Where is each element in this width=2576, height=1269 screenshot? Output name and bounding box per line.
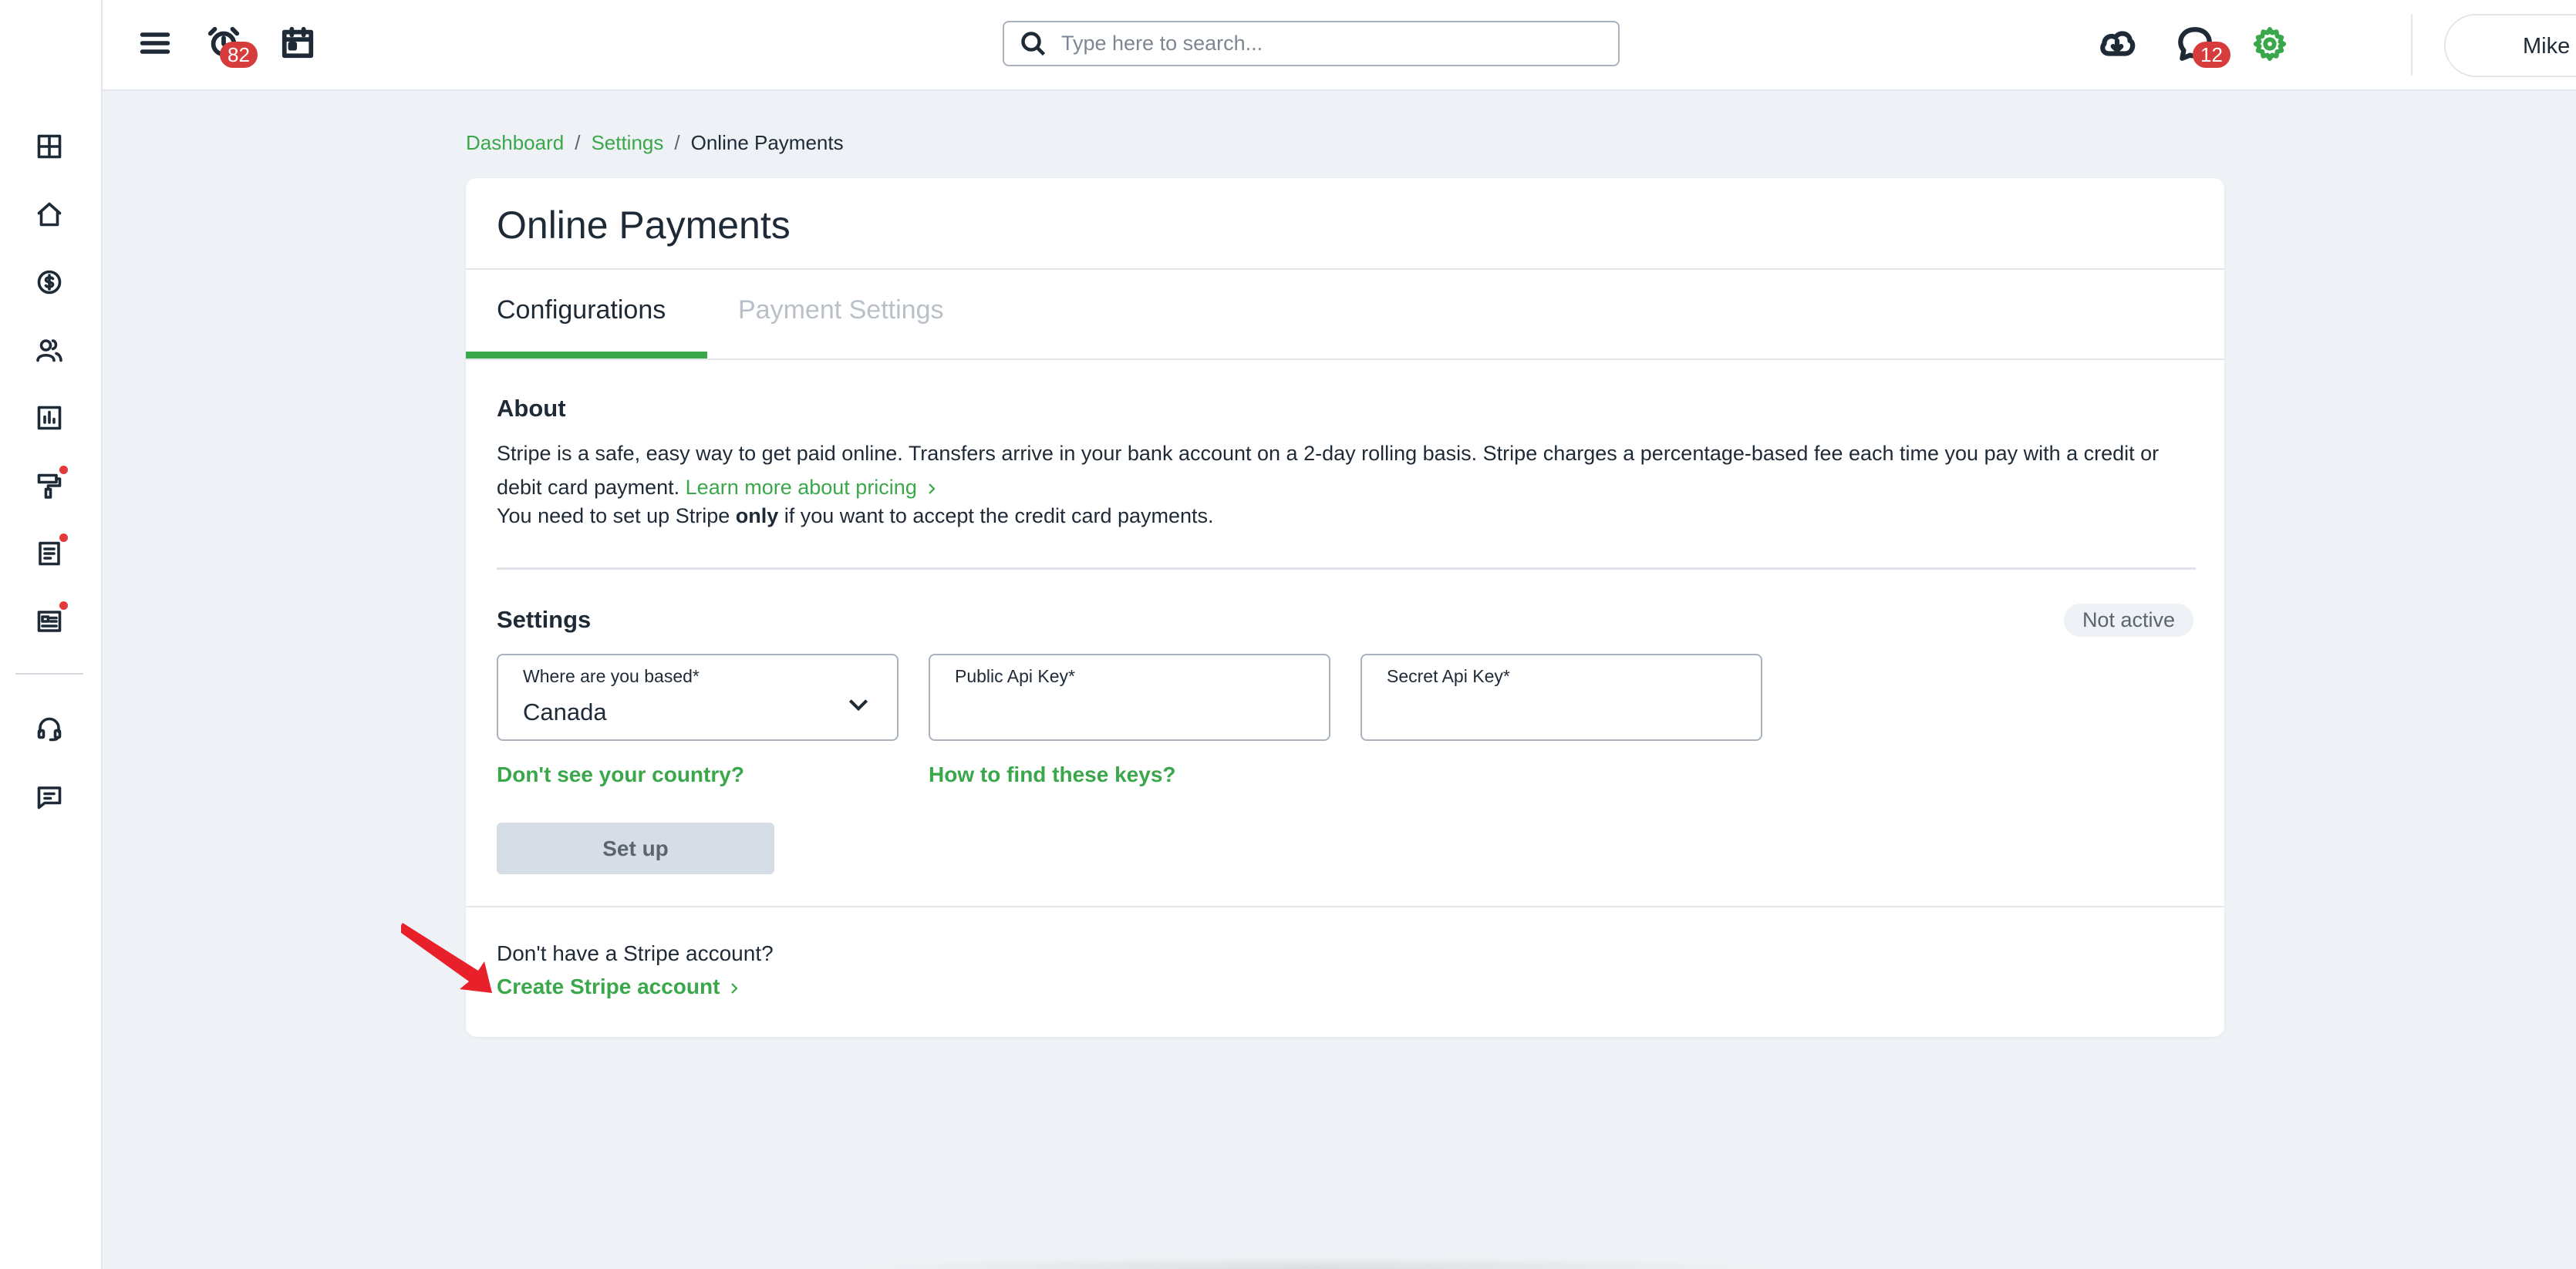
public-api-key-label: Public Api Key* bbox=[955, 666, 1075, 686]
cloud-download-icon[interactable] bbox=[2096, 23, 2138, 65]
country-help-link[interactable]: Don't see your country? bbox=[497, 762, 744, 787]
online-payments-card: Online Payments Configurations Payment S… bbox=[466, 178, 2224, 1037]
settings-gear-icon[interactable] bbox=[2251, 25, 2289, 63]
chevron-right-icon bbox=[727, 974, 741, 999]
country-value: Canada bbox=[523, 698, 607, 725]
search-input[interactable] bbox=[1061, 32, 1586, 56]
search-box[interactable] bbox=[1003, 21, 1620, 66]
about-note-bold: only bbox=[735, 504, 779, 527]
footer-divider bbox=[466, 906, 2224, 907]
tab-configurations[interactable]: Configurations bbox=[497, 295, 666, 325]
notification-dot bbox=[59, 466, 68, 474]
public-api-key-field[interactable]: Public Api Key* bbox=[929, 654, 1330, 741]
breadcrumb-separator: / bbox=[674, 131, 680, 154]
breadcrumb-current: Online Payments bbox=[690, 131, 844, 154]
secret-api-key-label: Secret Api Key* bbox=[1387, 666, 1510, 686]
breadcrumb-dashboard[interactable]: Dashboard bbox=[466, 131, 564, 155]
title-divider bbox=[466, 268, 2224, 270]
pricing-link[interactable]: Learn more about pricing bbox=[686, 476, 939, 499]
paint-roller-icon[interactable] bbox=[34, 466, 68, 501]
invoice-icon[interactable] bbox=[34, 601, 68, 637]
annotation-arrow-icon bbox=[401, 923, 492, 993]
about-description: Stripe is a safe, easy way to get paid o… bbox=[497, 436, 2201, 504]
create-stripe-account-link[interactable]: Create Stripe account bbox=[497, 974, 741, 999]
sidebar-divider bbox=[15, 673, 83, 675]
section-divider bbox=[497, 567, 2196, 570]
document-icon[interactable] bbox=[34, 534, 68, 569]
settings-heading: Settings bbox=[497, 606, 592, 633]
no-account-text: Don't have a Stripe account? bbox=[497, 941, 774, 965]
alarm-clock-icon[interactable]: 82 bbox=[204, 23, 258, 68]
user-name: Mike bbox=[2523, 34, 2571, 59]
keys-help-link[interactable]: How to find these keys? bbox=[929, 762, 1176, 787]
alarm-badge: 82 bbox=[220, 42, 258, 68]
about-note-before: You need to set up Stripe bbox=[497, 504, 736, 527]
hamburger-menu-icon[interactable] bbox=[137, 25, 174, 62]
breadcrumb: Dashboard / Settings / Online Payments bbox=[466, 131, 844, 155]
country-select[interactable]: Where are you based* Canada bbox=[497, 654, 899, 741]
about-note: You need to set up Stripe only if you wa… bbox=[497, 504, 1214, 528]
notification-dot bbox=[59, 601, 68, 610]
about-heading: About bbox=[497, 395, 566, 422]
reports-chart-icon[interactable] bbox=[34, 402, 65, 433]
chat-bubble-icon[interactable]: 12 bbox=[2174, 23, 2230, 68]
create-stripe-account-label: Create Stripe account bbox=[497, 974, 720, 998]
notification-dot bbox=[59, 534, 68, 542]
breadcrumb-settings[interactable]: Settings bbox=[591, 131, 663, 155]
page-title: Online Payments bbox=[497, 204, 791, 247]
pricing-link-label: Learn more about pricing bbox=[685, 476, 917, 499]
chat-badge: 12 bbox=[2193, 42, 2230, 68]
headset-support-icon[interactable] bbox=[34, 714, 65, 745]
search-icon bbox=[1021, 31, 1046, 56]
breadcrumb-separator: / bbox=[575, 131, 581, 154]
active-tab-indicator bbox=[466, 352, 707, 358]
dollar-icon[interactable] bbox=[34, 267, 65, 298]
top-bar: 82 12 Mike bbox=[103, 0, 2576, 91]
tabs-divider bbox=[466, 358, 2224, 360]
topbar-divider bbox=[2411, 14, 2412, 76]
message-icon[interactable] bbox=[34, 782, 65, 813]
chevron-down-icon bbox=[846, 692, 871, 721]
users-icon[interactable] bbox=[34, 335, 65, 365]
country-label: Where are you based* bbox=[523, 666, 700, 686]
tab-payment-settings[interactable]: Payment Settings bbox=[738, 295, 943, 325]
home-icon[interactable] bbox=[34, 199, 65, 230]
about-note-after: if you want to accept the credit card pa… bbox=[778, 504, 1214, 527]
bottom-shadow bbox=[848, 1257, 1774, 1269]
secret-api-key-field[interactable]: Secret Api Key* bbox=[1360, 654, 1762, 741]
user-menu[interactable]: Mike bbox=[2444, 14, 2576, 77]
sidebar bbox=[0, 0, 103, 1269]
calendar-icon[interactable] bbox=[278, 23, 317, 62]
status-badge: Not active bbox=[2063, 604, 2193, 637]
dashboard-grid-icon[interactable] bbox=[34, 131, 65, 162]
chevron-right-icon bbox=[925, 470, 939, 504]
setup-button[interactable]: Set up bbox=[497, 823, 774, 874]
